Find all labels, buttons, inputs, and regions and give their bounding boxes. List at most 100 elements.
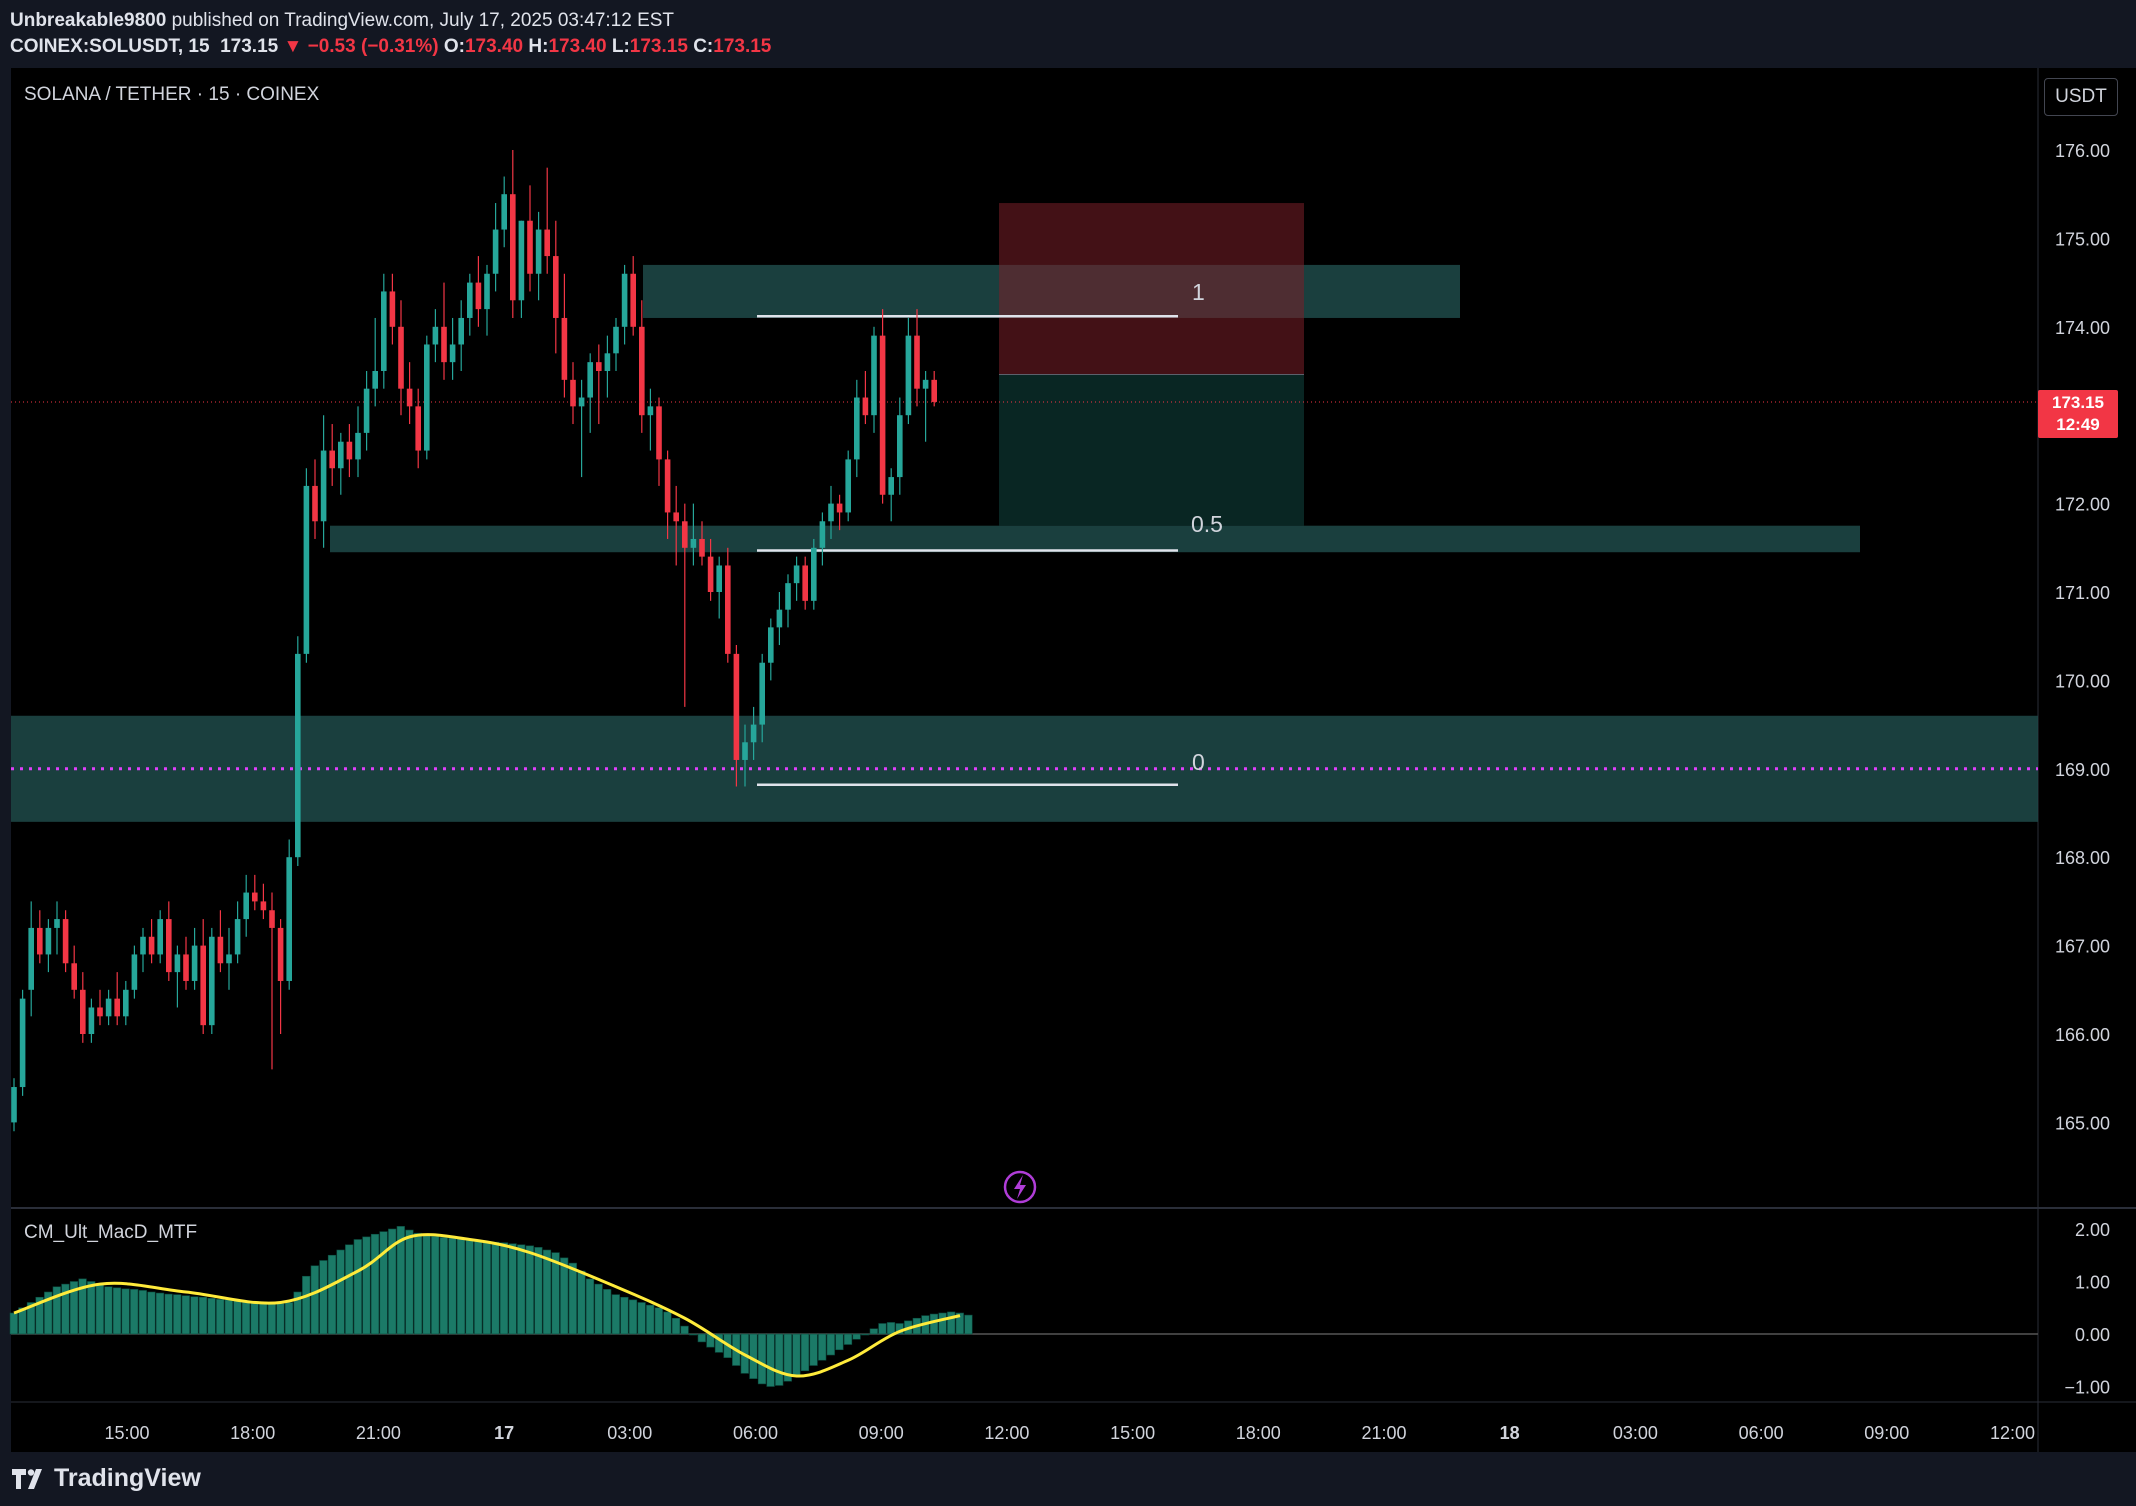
macd-histogram-bar [818, 1333, 827, 1361]
macd-histogram-bar [431, 1236, 440, 1335]
candle-body [879, 335, 886, 495]
candle-body [45, 927, 52, 955]
chart-symbol-title: SOLANA / TETHER · 15 · COINEX [24, 84, 320, 105]
candle-body [682, 521, 688, 548]
candle-body [372, 371, 378, 389]
candle-body [492, 229, 499, 274]
price-axis-tick: 165.00 [2055, 1113, 2110, 1133]
macd-histogram-bar [327, 1254, 337, 1335]
candle-body [664, 459, 671, 513]
candle-body [62, 919, 69, 964]
macd-histogram-bar [284, 1302, 294, 1335]
tradingview-brand-text: TradingView [54, 1464, 201, 1492]
candle-body [406, 388, 413, 407]
tradingview-logo[interactable]: TradingView [12, 1464, 201, 1493]
take-profit-area [999, 374, 1304, 526]
macd-histogram-bar [173, 1294, 182, 1335]
close-value: 173.15 [713, 36, 772, 57]
candle-body [639, 326, 645, 416]
macd-histogram-bar [611, 1294, 620, 1335]
indicator-title[interactable]: CM_Ult_MacD_MTF [24, 1222, 197, 1244]
left-edge [0, 68, 11, 1452]
macd-histogram-bar [947, 1311, 956, 1335]
price-axis-tick: 170.00 [2055, 671, 2110, 691]
macd-histogram-bar [792, 1333, 801, 1377]
macd-histogram-bar [938, 1312, 947, 1335]
time-axis-tick: 18:00 [1236, 1423, 1281, 1443]
candle-body [553, 256, 559, 318]
macd-histogram-bar [697, 1333, 706, 1343]
candle-body [725, 565, 731, 654]
macd-histogram-bar [87, 1281, 96, 1335]
candle-body [260, 901, 267, 911]
candle-body [355, 432, 361, 460]
macd-histogram-bar [551, 1252, 560, 1335]
current-price-value: 173.15 [2052, 393, 2104, 412]
candle-body [501, 194, 507, 230]
candle-body [449, 344, 456, 363]
candle-body [114, 998, 120, 1017]
candle-body [209, 936, 215, 1026]
candle-body [570, 379, 576, 407]
macd-histogram-bar [164, 1293, 173, 1335]
supply-demand-zone [11, 715, 2038, 822]
candle-body [80, 989, 86, 1034]
close-label: C: [693, 36, 714, 57]
candle-body [793, 565, 800, 584]
symbol-interval: COINEX:SOLUSDT, 15 [10, 36, 210, 57]
candle-body [647, 406, 654, 416]
macd-histogram-bar [861, 1333, 870, 1336]
macd-histogram-bar [749, 1333, 758, 1379]
candle-body [123, 989, 129, 1017]
candle-body [621, 273, 628, 327]
time-axis-tick: 15:00 [1110, 1423, 1155, 1443]
currency-button[interactable]: USDT [2044, 78, 2118, 116]
candle-body [54, 919, 60, 928]
macd-histogram-bar [637, 1302, 646, 1335]
candle-body [535, 229, 542, 274]
publisher-name[interactable]: Unbreakable9800 [10, 10, 166, 31]
candle-body [897, 415, 903, 478]
macd-histogram-bar [465, 1239, 474, 1335]
candle-body [303, 485, 310, 654]
candle-body [854, 397, 860, 460]
candle-body [871, 335, 877, 416]
candle-body [750, 724, 757, 743]
time-axis-tick: 03:00 [607, 1423, 652, 1443]
macd-histogram-bar [800, 1333, 810, 1372]
price-chart[interactable]: 10.50176.00175.00174.00173.00172.00171.0… [0, 68, 2136, 1452]
macd-axis-tick: 2.00 [2075, 1220, 2110, 1240]
macd-histogram-bar [646, 1304, 655, 1335]
candle-body [424, 344, 430, 451]
macd-histogram-bar [878, 1323, 887, 1335]
candle-body [11, 1087, 17, 1123]
macd-histogram-bar [104, 1286, 113, 1335]
candle-body [363, 388, 370, 433]
macd-histogram-bar [241, 1300, 251, 1335]
time-axis-tick: 06:00 [733, 1423, 778, 1443]
macd-histogram-bar [250, 1301, 259, 1335]
time-axis-tick: 12:00 [1990, 1423, 2035, 1443]
fib-level-label: 0 [1192, 749, 1205, 775]
macd-histogram-bar [491, 1241, 500, 1335]
candle-body [432, 326, 439, 345]
candle-body [819, 521, 826, 548]
macd-histogram-bar [310, 1265, 319, 1335]
candle-body [200, 945, 206, 1026]
candle-body [19, 998, 26, 1088]
candle-body [707, 556, 714, 592]
time-axis-tick: 06:00 [1739, 1423, 1784, 1443]
macd-histogram-bar [190, 1296, 199, 1335]
candle-body [398, 326, 404, 389]
price-axis-tick: 167.00 [2055, 937, 2110, 957]
macd-histogram-bar [929, 1313, 939, 1335]
price-axis-tick: 176.00 [2055, 141, 2110, 161]
macd-histogram-bar [233, 1300, 242, 1335]
time-axis-tick: 21:00 [356, 1423, 401, 1443]
macd-histogram-bar [130, 1289, 139, 1335]
macd-histogram-bar [654, 1307, 663, 1335]
candle-body [561, 317, 568, 380]
macd-histogram-bar [112, 1287, 122, 1335]
macd-histogram-bar [525, 1245, 534, 1335]
high-value: 173.40 [548, 36, 607, 57]
